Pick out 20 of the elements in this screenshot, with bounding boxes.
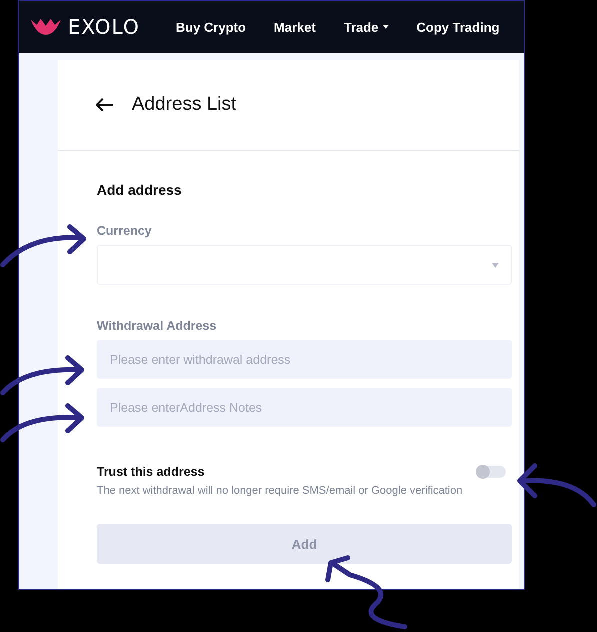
nav-link[interactable]: Copy Trading (416, 20, 500, 34)
nav-link[interactable]: Market (274, 20, 316, 34)
trust-note: The next withdrawal will no longer require SMS/email or Google verification (97, 485, 464, 497)
page-title: Address List (132, 94, 237, 116)
nav-link[interactable]: Trade (344, 20, 389, 34)
caret-icon (382, 25, 389, 29)
field-label: Withdrawal Address (97, 319, 218, 333)
trust-toggle[interactable] (476, 466, 506, 478)
logo-icon (29, 17, 63, 37)
brand-name: EXOLO (68, 15, 140, 39)
trust-label: Trust this address (97, 465, 205, 479)
input-field[interactable]: Please enterAddress Notes (97, 388, 512, 427)
nav-link[interactable]: Buy Crypto (176, 20, 246, 34)
field-label: Currency (97, 224, 153, 238)
dropdown-caret-icon (492, 262, 499, 268)
input-field[interactable]: Please enter withdrawal address (97, 340, 512, 379)
currency-select[interactable] (97, 245, 512, 285)
back-arrow-icon (96, 98, 114, 112)
back-button[interactable] (96, 98, 114, 112)
section-heading: Add address (97, 182, 183, 198)
